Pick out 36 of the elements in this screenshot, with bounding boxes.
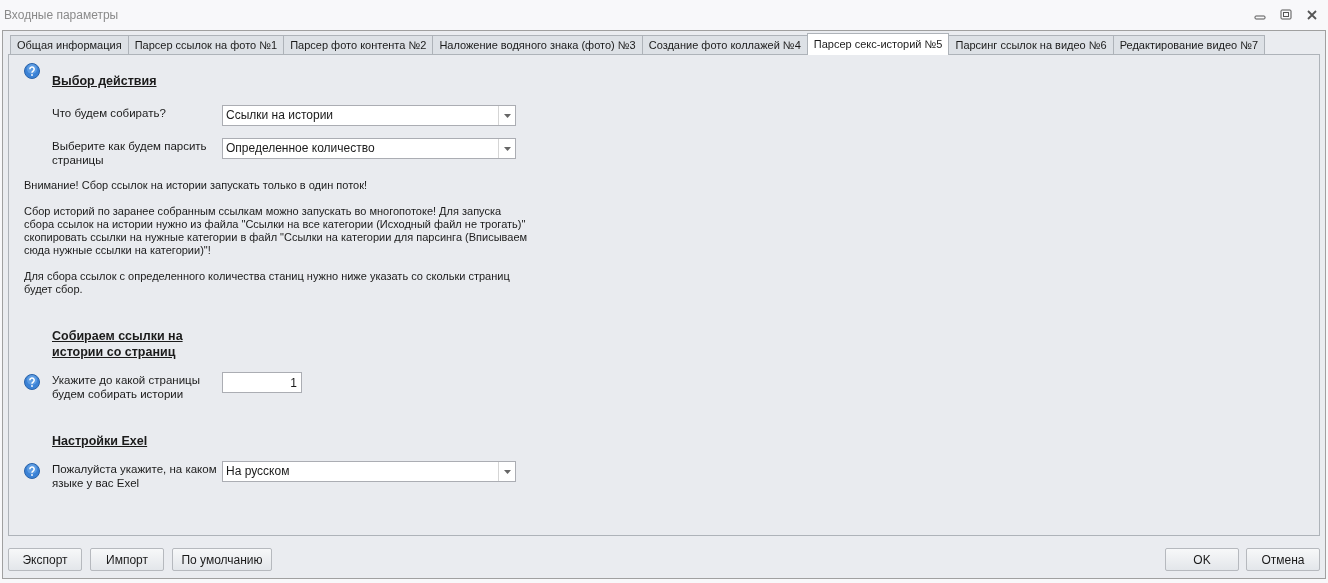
close-icon[interactable] (1306, 9, 1318, 21)
field-label: Пожалуйста укажите, на каком языке у вас Exel (52, 462, 218, 490)
tab[interactable]: Наложение водяного знака (фото) №3 (432, 35, 643, 55)
dropdown[interactable]: Определенное количество (222, 138, 516, 159)
maximize-icon[interactable] (1280, 9, 1292, 21)
tab[interactable]: Общая информация (10, 35, 129, 55)
tab[interactable]: Парсер фото контента №2 (283, 35, 434, 55)
info-paragraph: Для сбора ссылок с определенного количества станиц нужно ниже указать со скольки страниц будет сбор. (24, 270, 511, 296)
tab[interactable]: Парсер секс-историй №5 (806, 33, 950, 55)
caret-icon (503, 469, 511, 474)
help-icon[interactable] (24, 374, 40, 390)
number-field[interactable]: 1 (222, 372, 302, 393)
tab[interactable]: Парсинг ссылок на видео №6 (948, 35, 1114, 55)
caret-icon (503, 146, 511, 151)
tab[interactable]: Парсер ссылок на фото №1 (127, 35, 285, 55)
field-label: Укажите до какой страницы будем собирать истории (52, 373, 201, 401)
tab[interactable]: Создание фото коллажей №4 (641, 35, 808, 55)
dialog-button[interactable]: OK (1165, 548, 1239, 571)
dialog-button[interactable]: По умолчанию (172, 548, 272, 571)
dropdown[interactable]: На русском (222, 461, 516, 482)
window-title: Входные параметры (4, 7, 119, 24)
field-label: Выберите как будем парсить страницы (52, 139, 208, 167)
caret-icon (503, 113, 511, 118)
help-icon[interactable] (24, 463, 40, 479)
section-heading: Выбор действия (52, 73, 158, 89)
dialog-button[interactable]: Импорт (90, 548, 164, 571)
dialog-button[interactable]: Отмена (1246, 548, 1320, 571)
section-heading: Настройки Exel (52, 433, 149, 449)
field-label: Что будем собирать? (52, 106, 167, 120)
info-paragraph: Внимание! Сбор ссылок на истории запускать только в один поток! (24, 179, 369, 192)
section-heading: Собираем ссылки на истории со страниц (52, 328, 184, 360)
dialog-button[interactable]: Экспорт (8, 548, 82, 571)
dropdown[interactable]: Ссылки на истории (222, 105, 516, 126)
tab[interactable]: Редактирование видео №7 (1112, 35, 1266, 55)
help-icon[interactable] (24, 63, 40, 79)
info-paragraph: Сбор историй по заранее собранным ссылкам можно запускать во многопотоке! Для запуска сбора ссылок на истории нужно из файла "Ссылки на все категории (Исходный файл не трогать)" скопировать ссылки на нужные категории в файл "Ссылки на категории для парсинга (Вписываем сюда нужные ссылки на категории)"! (24, 205, 529, 257)
